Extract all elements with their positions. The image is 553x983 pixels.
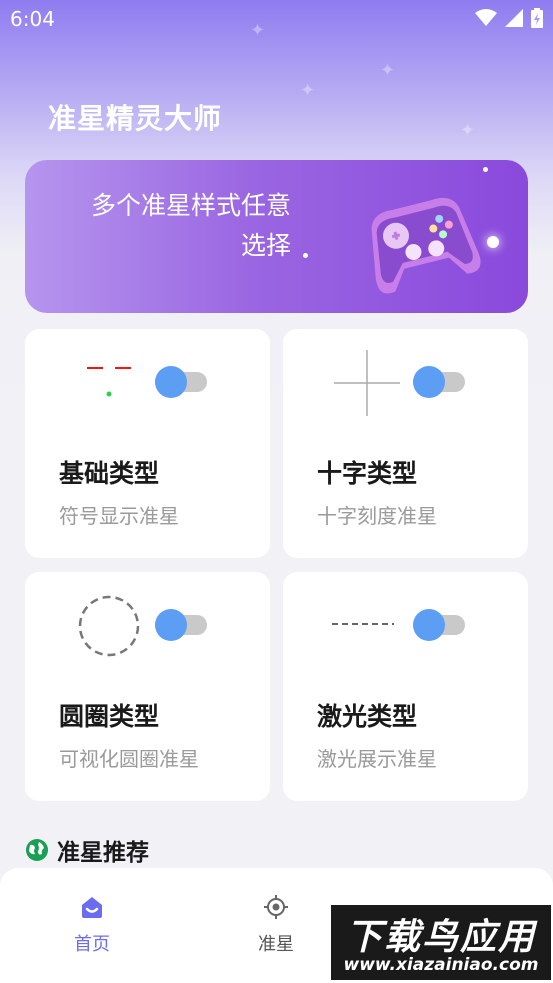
toggle-knob <box>413 366 445 398</box>
status-time: 6:04 <box>10 7 55 31</box>
laser-crosshair-icon <box>332 623 394 625</box>
card-subtitle: 十字刻度准星 <box>317 504 437 528</box>
basic-type-toggle[interactable] <box>155 366 207 398</box>
toggle-knob <box>155 609 187 641</box>
cross-type-toggle[interactable] <box>413 366 465 398</box>
watermark-main: 下载鸟应用 <box>345 917 536 958</box>
gamepad-icon <box>371 197 481 294</box>
card-title: 十字类型 <box>317 459 418 488</box>
circle-type-toggle[interactable] <box>155 609 207 641</box>
section-recommend: 准星推荐 <box>25 833 149 867</box>
watermark-logo: 下载鸟应用 www.xiazainiao.com <box>331 905 551 980</box>
promo-banner[interactable]: 多个准星样式任意选择 <box>25 160 528 313</box>
battery-icon <box>531 8 543 28</box>
toggle-knob <box>413 609 445 641</box>
watermark-sub: www.xiazainiao.com <box>343 955 539 975</box>
banner-text: 多个准星样式任意选择 <box>90 191 291 260</box>
globe-icon <box>26 839 48 861</box>
signal-icon <box>505 9 523 27</box>
sparkle-dot <box>303 253 308 258</box>
wifi-icon <box>475 9 497 26</box>
star-decoration: ✦ <box>460 120 476 141</box>
basic-crosshair-icon <box>87 367 131 397</box>
card-subtitle: 激光展示准星 <box>317 747 437 771</box>
nav-item-crosshair[interactable]: 准星 <box>236 894 316 956</box>
circle-crosshair-icon <box>78 595 140 657</box>
card-title: 基础类型 <box>59 459 160 488</box>
app-title: 准星精灵大师 <box>48 102 223 135</box>
cross-crosshair-icon <box>334 350 400 416</box>
laser-type-toggle[interactable] <box>413 609 465 641</box>
nav-label: 准星 <box>258 934 294 955</box>
status-bar: 6:04 <box>0 0 553 38</box>
star-decoration: ✦ <box>300 80 316 101</box>
nav-item-home[interactable]: 首页 <box>52 894 132 956</box>
card-subtitle: 符号显示准星 <box>59 504 179 528</box>
home-icon <box>82 897 102 918</box>
card-cross-type[interactable]: 十字类型 十字刻度准星 <box>283 329 528 558</box>
star-decoration: ✦ <box>380 60 396 81</box>
section-title: 准星推荐 <box>57 840 149 866</box>
sparkle-dot <box>487 236 499 248</box>
card-title: 激光类型 <box>317 702 418 731</box>
card-title: 圆圈类型 <box>59 702 160 731</box>
card-laser-type[interactable]: 激光类型 激光展示准星 <box>283 572 528 801</box>
toggle-knob <box>155 366 187 398</box>
crosshair-icon <box>264 895 288 919</box>
card-subtitle: 可视化圆圈准星 <box>59 747 199 771</box>
card-basic-type[interactable]: 基础类型 符号显示准星 <box>25 329 270 558</box>
nav-label: 首页 <box>74 934 110 955</box>
card-circle-type[interactable]: 圆圈类型 可视化圆圈准星 <box>25 572 270 801</box>
